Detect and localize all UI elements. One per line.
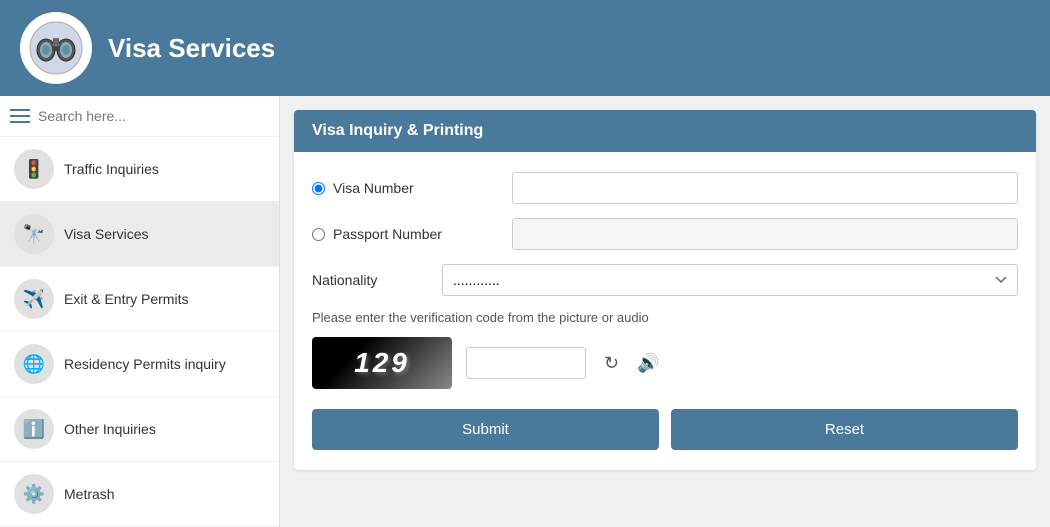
captcha-image: 129 <box>312 337 452 389</box>
captcha-row: 129 ↻ 🔊 <box>312 337 1018 389</box>
app-header: Visa Services <box>0 0 1050 96</box>
nationality-select[interactable]: ............ <box>442 264 1018 296</box>
sidebar-item-label: Residency Permits inquiry <box>64 356 226 372</box>
sidebar: 🚦 Traffic Inquiries 🔭 Visa Services ✈️ E… <box>0 96 280 527</box>
visa-number-input[interactable] <box>512 172 1018 204</box>
exit-entry-icon: ✈️ <box>14 279 54 319</box>
app-title: Visa Services <box>108 33 275 64</box>
visa-inquiry-card: Visa Inquiry & Printing Visa Number Pass… <box>294 110 1036 470</box>
submit-button[interactable]: Submit <box>312 409 659 450</box>
header-logo <box>20 12 92 84</box>
refresh-captcha-button[interactable]: ↻ <box>600 349 623 378</box>
visa-services-icon: 🔭 <box>14 214 54 254</box>
traffic-inquiries-icon: 🚦 <box>14 149 54 189</box>
reset-button[interactable]: Reset <box>671 409 1018 450</box>
sidebar-item-residency-permits[interactable]: 🌐 Residency Permits inquiry <box>0 332 279 397</box>
hamburger-icon[interactable] <box>10 109 30 123</box>
sidebar-item-exit-entry-permits[interactable]: ✈️ Exit & Entry Permits <box>0 267 279 332</box>
other-inquiries-icon: ℹ️ <box>14 409 54 449</box>
nationality-row: Nationality ............ <box>312 264 1018 296</box>
visa-number-row: Visa Number <box>312 172 1018 204</box>
audio-captcha-button[interactable]: 🔊 <box>633 349 663 378</box>
captcha-icons: ↻ 🔊 <box>600 349 664 378</box>
nationality-label: Nationality <box>312 272 432 288</box>
sidebar-item-label: Metrash <box>64 486 115 502</box>
search-input[interactable] <box>38 108 269 124</box>
sidebar-item-metrash[interactable]: ⚙️ Metrash <box>0 462 279 527</box>
captcha-input[interactable] <box>466 347 586 379</box>
passport-number-input[interactable] <box>512 218 1018 250</box>
buttons-row: Submit Reset <box>312 409 1018 450</box>
sidebar-item-label: Visa Services <box>64 226 149 242</box>
sidebar-item-visa-services[interactable]: 🔭 Visa Services <box>0 202 279 267</box>
metrash-icon: ⚙️ <box>14 474 54 514</box>
verification-text: Please enter the verification code from … <box>312 310 1018 325</box>
visa-number-label[interactable]: Visa Number <box>312 180 512 196</box>
sidebar-item-label: Other Inquiries <box>64 421 156 437</box>
card-header: Visa Inquiry & Printing <box>294 110 1036 152</box>
passport-number-label[interactable]: Passport Number <box>312 226 512 242</box>
content-area: Visa Inquiry & Printing Visa Number Pass… <box>280 96 1050 527</box>
card-body: Visa Number Passport Number Nationality … <box>294 152 1036 470</box>
sidebar-search-row <box>0 96 279 137</box>
residency-icon: 🌐 <box>14 344 54 384</box>
main-layout: 🚦 Traffic Inquiries 🔭 Visa Services ✈️ E… <box>0 96 1050 527</box>
sidebar-item-label: Exit & Entry Permits <box>64 291 188 307</box>
sidebar-item-label: Traffic Inquiries <box>64 161 159 177</box>
passport-number-radio[interactable] <box>312 228 325 241</box>
passport-number-row: Passport Number <box>312 218 1018 250</box>
sidebar-item-traffic-inquiries[interactable]: 🚦 Traffic Inquiries <box>0 137 279 202</box>
visa-number-radio[interactable] <box>312 182 325 195</box>
sidebar-item-other-inquiries[interactable]: ℹ️ Other Inquiries <box>0 397 279 462</box>
